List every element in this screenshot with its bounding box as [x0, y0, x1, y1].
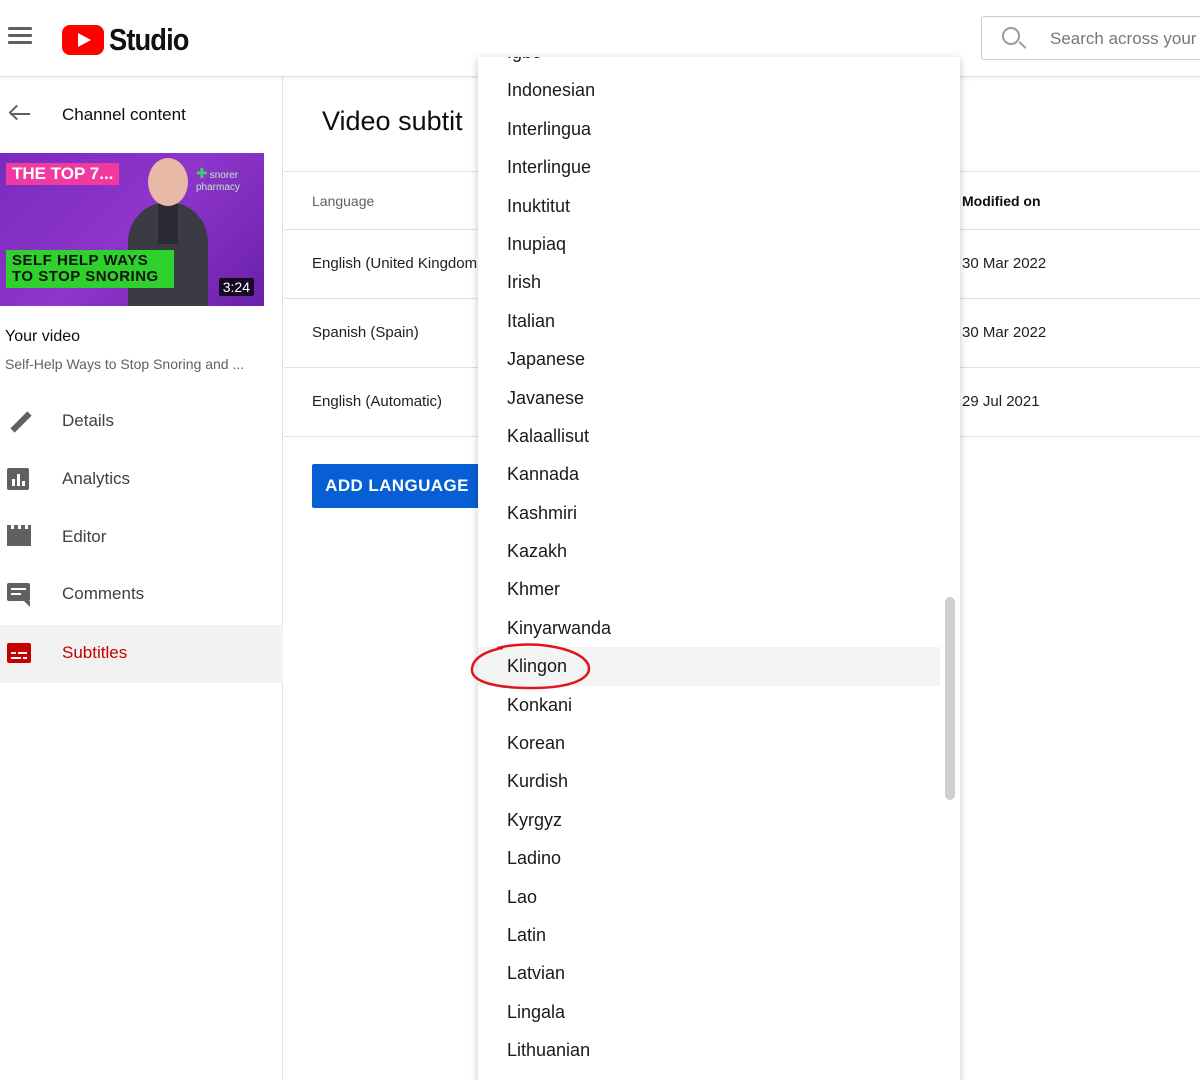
row-modified-date: 30 Mar 2022 — [962, 255, 1047, 272]
search-icon — [1002, 27, 1020, 45]
language-option[interactable]: Interlingua — [478, 110, 940, 148]
page-title: Video subtit — [322, 106, 463, 136]
language-dropdown[interactable]: Igbo Indonesian Interlingua Interlingue … — [478, 57, 960, 1080]
column-header-modified[interactable]: Modified on — [962, 193, 1041, 209]
sidebar-item-details[interactable]: Details — [0, 393, 283, 451]
search-input[interactable]: Search across your c — [1050, 29, 1200, 49]
youtube-play-icon — [62, 25, 104, 55]
language-option[interactable]: Kinyarwanda — [478, 609, 940, 647]
channel-content-link[interactable]: Channel content — [62, 105, 186, 125]
sidebar-item-label: Subtitles — [62, 643, 128, 662]
subtitles-icon — [7, 642, 31, 664]
search-box[interactable]: Search across your c — [981, 16, 1200, 60]
editor-icon — [7, 525, 31, 548]
language-option[interactable]: Kazakh — [478, 532, 940, 570]
language-option[interactable]: Latvian — [478, 954, 940, 992]
language-option[interactable]: Interlingue — [478, 148, 940, 186]
language-option[interactable]: Indonesian — [478, 71, 940, 109]
thumbnail-brand-logo: ✚ snorer pharmacy — [196, 165, 240, 193]
language-option[interactable]: Lao — [478, 878, 940, 916]
video-title: Self-Help Ways to Stop Snoring and ... — [5, 356, 245, 372]
language-option-list: Igbo Indonesian Interlingua Interlingue … — [478, 57, 940, 1070]
language-option[interactable]: Lithuanian — [478, 1031, 940, 1069]
youtube-studio-logo[interactable]: Studio — [62, 22, 199, 58]
language-option[interactable]: Igbo — [478, 57, 940, 71]
language-option[interactable]: Kashmiri — [478, 494, 940, 532]
row-modified-date: 30 Mar 2022 — [962, 324, 1047, 341]
menu-icon[interactable] — [8, 27, 32, 45]
sidebar: Channel content THE TOP 7... ✚ snorer pha… — [0, 77, 283, 1080]
sidebar-item-label: Analytics — [62, 469, 131, 488]
dropdown-scrollbar[interactable] — [945, 597, 955, 800]
language-option[interactable]: Inuktitut — [478, 187, 940, 225]
logo-text: Studio — [109, 22, 189, 57]
sidebar-item-editor[interactable]: Editor — [0, 509, 283, 567]
language-option[interactable]: Ladino — [478, 839, 940, 877]
sidebar-item-label: Editor — [62, 527, 107, 546]
column-header-language[interactable]: Language — [312, 193, 374, 209]
video-duration: 3:24 — [218, 278, 254, 296]
analytics-icon — [7, 468, 31, 490]
language-option[interactable]: Kannada — [478, 455, 940, 493]
thumbnail-headline: SELF HELP WAYS TO STOP SNORING — [6, 250, 174, 288]
language-option[interactable]: Japanese — [478, 340, 940, 378]
language-option[interactable]: Korean — [478, 724, 940, 762]
language-option[interactable]: Irish — [478, 263, 940, 301]
thumbnail-badge: THE TOP 7... — [6, 163, 120, 185]
language-option[interactable]: Lingala — [478, 993, 940, 1031]
row-modified-date: 29 Jul 2021 — [962, 393, 1040, 410]
language-option-highlighted[interactable]: Klingon — [478, 647, 940, 686]
language-option[interactable]: Konkani — [478, 686, 940, 724]
sidebar-item-label: Comments — [62, 584, 145, 603]
row-language: English (United Kingdom — [312, 255, 478, 272]
your-video-label: Your video — [5, 328, 81, 345]
language-option[interactable]: Inupiaq — [478, 225, 940, 263]
sidebar-item-comments[interactable]: Comments — [0, 566, 283, 624]
row-language: Spanish (Spain) — [312, 324, 419, 341]
language-option[interactable]: Kurdish — [478, 762, 940, 800]
language-option[interactable]: Javanese — [478, 379, 940, 417]
video-thumbnail[interactable]: THE TOP 7... ✚ snorer pharmacy SELF HELP … — [0, 153, 264, 306]
sidebar-item-subtitles[interactable]: Subtitles — [0, 625, 283, 683]
add-language-button[interactable]: ADD LANGUAGE — [312, 464, 482, 508]
sidebar-item-analytics[interactable]: Analytics — [0, 451, 283, 509]
pencil-icon — [7, 410, 32, 433]
language-option[interactable]: Kyrgyz — [478, 801, 940, 839]
language-option[interactable]: Kalaallisut — [478, 417, 940, 455]
language-option[interactable]: Latin — [478, 916, 940, 954]
back-arrow-icon[interactable] — [8, 104, 30, 123]
row-language: English (Automatic) — [312, 393, 443, 410]
sidebar-item-label: Details — [62, 411, 114, 430]
comments-icon — [7, 583, 31, 607]
language-option[interactable]: Italian — [478, 302, 940, 340]
language-option[interactable]: Khmer — [478, 570, 940, 608]
